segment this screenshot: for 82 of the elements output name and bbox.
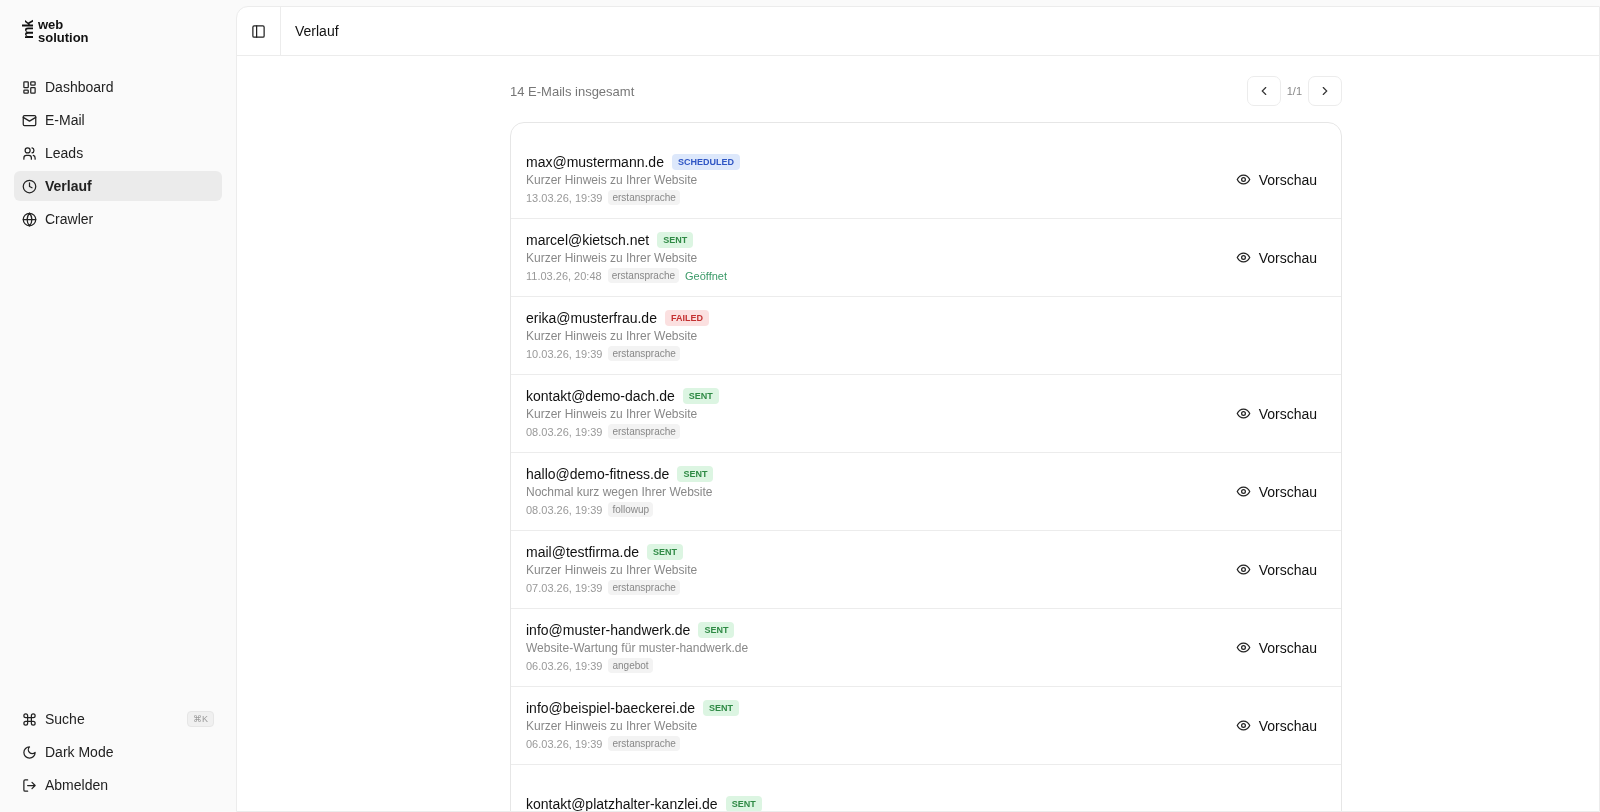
page-title: Verlauf (295, 23, 339, 39)
eye-icon (1235, 250, 1251, 265)
sent-date: 08.03.26, 19:39 (526, 425, 603, 438)
shortcut-hint: ⌘K (187, 711, 214, 727)
preview-button[interactable]: Vorschau (1235, 635, 1317, 660)
status-badge: SENT (647, 544, 684, 560)
sidebar-item[interactable]: Suche (45, 711, 85, 727)
users-icon (22, 145, 37, 161)
logout-icon (22, 777, 37, 793)
sent-date: 06.03.26, 19:39 (526, 737, 603, 750)
sidebar-item[interactable]: Verlauf (14, 171, 222, 201)
eye-icon (1235, 562, 1251, 577)
sent-date: 11.03.26, 20:48 (526, 269, 602, 282)
previous-page-button[interactable] (1246, 76, 1281, 106)
page-indicator: 1/1 (1286, 85, 1302, 97)
status-badge: SCHEDULED (671, 154, 740, 170)
email-subject: Kurzer Hinweis zu Ihrer Website (526, 563, 699, 577)
clock-icon (22, 178, 37, 194)
sidebar-item[interactable]: E-Mail (14, 105, 222, 135)
campaign-tag: erstansprache (608, 580, 680, 595)
email-address: hallo@demo-fitness.de (526, 466, 670, 482)
email-subject: Nochmal kurz wegen Ihrer Website (526, 485, 714, 499)
logo-text: web (38, 18, 65, 31)
status-badge: SENT (703, 700, 740, 716)
sidebar-item[interactable]: Dark Mode (45, 744, 114, 760)
eye-icon (1235, 640, 1251, 655)
command-icon (22, 711, 37, 727)
campaign-tag: erstansprache (608, 736, 680, 751)
campaign-tag: erstansprache (607, 268, 680, 283)
campaign-tag: erstansprache (608, 424, 680, 439)
status-badge: SENT (698, 622, 735, 638)
next-page-button[interactable] (1308, 76, 1342, 106)
status-badge: FAILED (664, 310, 709, 326)
email-subject: Kurzer Hinweis zu Ihrer Website (526, 719, 699, 733)
email-subject: Kurzer Hinweis zu Ihrer Website (526, 251, 699, 265)
campaign-tag: erstansprache (608, 346, 680, 361)
email-subject: Kurzer Hinweis zu Ihrer Website (526, 329, 699, 343)
email-address: info@muster-handwerk.de (526, 622, 691, 638)
preview-button[interactable]: Vorschau (1235, 245, 1317, 270)
globe-icon (22, 211, 37, 227)
email-subject: Kurzer Hinweis zu Ihrer Website (526, 407, 699, 421)
sent-date: 13.03.26, 19:39 (526, 191, 603, 204)
dashboard-icon (22, 79, 37, 95)
email-address: kontakt@demo-dach.de (526, 388, 675, 404)
sidebar-item[interactable]: Crawler (14, 204, 222, 234)
preview-button[interactable]: Vorschau (1235, 557, 1317, 582)
email-address: mail@testfirma.de (526, 544, 640, 560)
eye-icon (1235, 172, 1251, 187)
email-address: info@beispiel-baeckerei.de (526, 700, 696, 716)
moon-icon (22, 744, 37, 760)
eye-icon (1235, 484, 1251, 499)
sidebar-item[interactable]: Leads (14, 138, 222, 168)
email-address: marcel@kietsch.net (526, 232, 650, 248)
email-subject: Kurzer Hinweis zu Ihrer Website (526, 173, 699, 187)
sent-date: 08.03.26, 19:39 (526, 503, 603, 516)
email-count: 14 E-Mails insgesamt (510, 83, 635, 99)
campaign-tag: angebot (608, 658, 653, 673)
eye-icon (1235, 718, 1251, 733)
email-subject: Website-Wartung für muster-handwerk.de (526, 641, 750, 655)
preview-button[interactable]: Vorschau (1235, 713, 1317, 738)
sidebar-item[interactable]: Dashboard (14, 72, 222, 102)
sent-date: 10.03.26, 19:39 (526, 347, 603, 360)
sent-date: 07.03.26, 19:39 (526, 581, 603, 594)
preview-button[interactable]: Vorschau (1235, 479, 1317, 504)
opened-status: Geöffnet (685, 269, 728, 282)
email-address: max@mustermann.de (526, 154, 664, 170)
logo-text: solution (38, 31, 89, 44)
status-badge: SENT (677, 466, 714, 482)
status-badge: SENT (682, 388, 719, 404)
sent-date: 06.03.26, 19:39 (526, 659, 603, 672)
status-badge: SENT (725, 795, 762, 811)
eye-icon (1235, 406, 1251, 421)
sidebar-item[interactable]: Abmelden (45, 777, 109, 793)
campaign-tag: followup (608, 502, 654, 517)
preview-button[interactable]: Vorschau (1235, 167, 1317, 192)
status-badge: SENT (657, 232, 694, 248)
envelope-icon (22, 112, 37, 128)
email-address: erika@musterfrau.de (526, 310, 657, 326)
preview-button[interactable]: Vorschau (1235, 401, 1317, 426)
campaign-tag: erstansprache (608, 190, 680, 205)
email-address: kontakt@platzhalter-kanzlei.de (526, 795, 718, 811)
sidebar-panel-icon (251, 23, 266, 39)
